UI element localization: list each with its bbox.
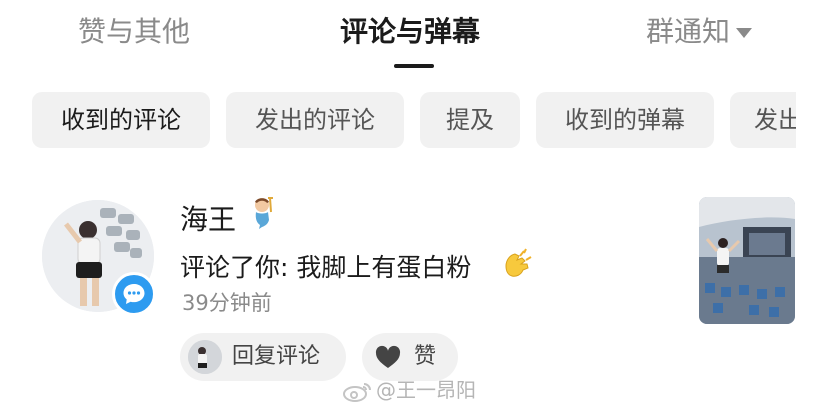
tab-group-label: 群通知 [646, 15, 731, 48]
merperson-emoji-icon [255, 197, 273, 229]
top-tab-bar: 赞与其他 评论与弹幕 群通知 [0, 0, 828, 80]
heart-icon [375, 345, 401, 368]
tab-group-notifications[interactable]: 群通知 [646, 10, 753, 50]
filter-chip-row: 收到的评论 发出的评论 提及 收到的弹幕 发出 [0, 92, 796, 152]
weibo-logo-icon [343, 382, 371, 402]
caret-down-icon [736, 28, 753, 38]
active-tab-indicator [394, 64, 434, 68]
comment-text[interactable]: 评论了你: 我脚上有蛋白粉 [180, 248, 471, 284]
mini-avatar [188, 340, 222, 374]
tab-likes-and-others[interactable]: 赞与其他 [78, 10, 190, 50]
reply-label: 回复评论 [232, 344, 321, 369]
tab-comments-and-danmaku[interactable]: 评论与弹幕 [340, 10, 480, 50]
chip-mentions[interactable]: 提及 [420, 92, 520, 148]
clapping-hands-icon [505, 248, 532, 277]
chip-sent-danmaku[interactable]: 发出 [730, 92, 796, 148]
watermark-text: @王一昂阳 [376, 378, 476, 402]
weibo-watermark: @王一昂阳 [342, 374, 476, 403]
comment-username[interactable]: 海王 [180, 198, 236, 238]
comment-badge-icon [112, 272, 156, 316]
reply-comment-button[interactable]: 回复评论 [180, 333, 346, 381]
chip-sent-comments[interactable]: 发出的评论 [226, 92, 404, 148]
chip-received-danmaku[interactable]: 收到的弹幕 [536, 92, 714, 148]
comment-timestamp: 39分钟前 [182, 291, 272, 315]
chip-received-comments[interactable]: 收到的评论 [32, 92, 210, 148]
video-thumbnail[interactable] [699, 197, 795, 324]
